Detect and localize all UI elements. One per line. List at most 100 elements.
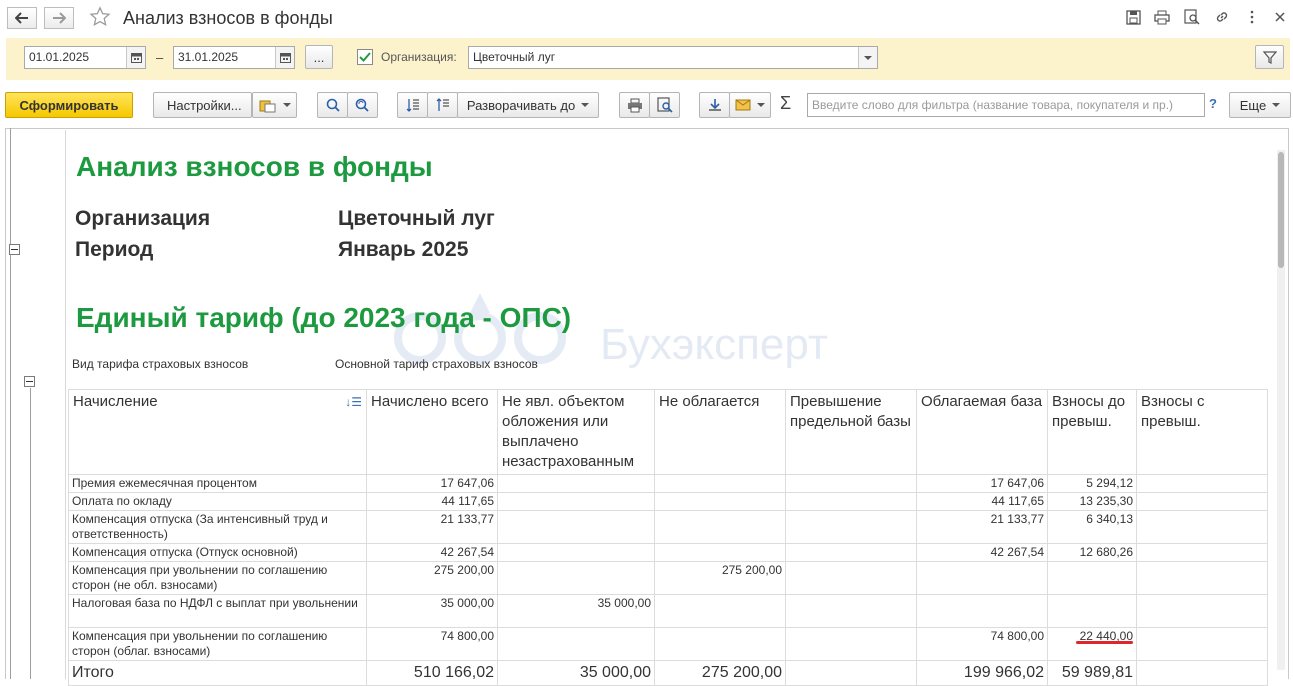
send-email-button[interactable] <box>729 92 771 118</box>
amount-cell[interactable] <box>785 561 917 595</box>
total-amount-cell[interactable]: 275 200,00 <box>654 660 786 686</box>
amount-cell[interactable] <box>916 561 1048 595</box>
total-amount-cell[interactable] <box>1136 660 1268 686</box>
print-preview-button[interactable] <box>649 92 680 118</box>
favorite-star-icon[interactable] <box>89 6 111 28</box>
accrual-name-cell[interactable]: Оплата по окладу <box>68 492 367 511</box>
sort-icon[interactable]: ↓☰ <box>345 392 362 412</box>
total-row[interactable]: Итого 510 166,02 35 000,00 275 200,00 199 96… <box>68 660 1268 686</box>
amount-cell[interactable]: 35 000,00 <box>366 594 498 628</box>
forward-button[interactable] <box>44 7 74 29</box>
amount-cell[interactable] <box>497 627 655 661</box>
accrual-name-cell[interactable]: Компенсация при увольнении по соглашению… <box>68 627 367 661</box>
organization-checkbox[interactable] <box>357 49 373 65</box>
amount-cell[interactable] <box>1047 594 1137 628</box>
date-from-field[interactable]: 01.01.2025 <box>24 46 146 69</box>
accrual-name-cell[interactable]: Налоговая база по НДФЛ с выплат при увол… <box>68 594 367 628</box>
preview-icon[interactable] <box>1183 8 1201 26</box>
amount-cell[interactable]: 17 647,06 <box>916 474 1048 493</box>
amount-cell[interactable] <box>1136 492 1268 511</box>
amount-cell[interactable]: 74 800,00 <box>366 627 498 661</box>
filter-settings-button[interactable] <box>1255 45 1284 69</box>
amount-cell[interactable] <box>654 594 786 628</box>
total-amount-cell[interactable]: 510 166,02 <box>366 660 498 686</box>
table-row[interactable]: Компенсация при увольнении по соглашению… <box>68 627 1268 661</box>
calendar-icon[interactable] <box>126 47 145 68</box>
amount-cell[interactable] <box>497 474 655 493</box>
amount-cell[interactable]: 5 294,12 <box>1047 474 1137 493</box>
help-icon[interactable]: ? <box>1209 96 1217 111</box>
column-header[interactable]: Не облагается <box>654 389 786 475</box>
table-row[interactable]: Компенсация отпуска (Отпуск основной) 42 … <box>68 543 1268 562</box>
amount-cell[interactable] <box>1136 474 1268 493</box>
settings-button[interactable]: Настройки... <box>153 92 252 118</box>
print-button[interactable] <box>619 92 650 118</box>
amount-cell[interactable]: 21 133,77 <box>916 510 1048 544</box>
table-row[interactable]: Компенсация отпуска (За интенсивный труд… <box>68 510 1268 544</box>
amount-cell[interactable] <box>1136 594 1268 628</box>
collapse-group-toggle[interactable] <box>9 244 20 255</box>
total-amount-cell[interactable]: 59 989,81 <box>1047 660 1137 686</box>
sum-icon[interactable]: Σ <box>780 93 791 114</box>
amount-cell[interactable]: 6 340,13 <box>1047 510 1137 544</box>
amount-cell[interactable] <box>785 594 917 628</box>
table-row[interactable]: Оплата по окладу 44 117,65 44 117,65 13 235… <box>68 492 1268 511</box>
expand-to-dropdown[interactable]: Разворачивать до <box>457 92 599 118</box>
amount-cell[interactable]: 35 000,00 <box>497 594 655 628</box>
column-header[interactable]: Начислено всего <box>366 389 498 475</box>
amount-cell[interactable]: 13 235,30 <box>1047 492 1137 511</box>
column-header[interactable]: Превышение предельной базы <box>785 389 917 475</box>
amount-cell[interactable]: 42 267,54 <box>366 543 498 562</box>
calendar-icon[interactable] <box>275 47 294 68</box>
amount-cell[interactable] <box>497 543 655 562</box>
total-amount-cell[interactable] <box>785 660 917 686</box>
amount-cell[interactable] <box>1136 561 1268 595</box>
save-icon[interactable] <box>1124 8 1142 26</box>
amount-cell[interactable]: 44 117,65 <box>366 492 498 511</box>
total-label-cell[interactable]: Итого <box>68 660 367 686</box>
amount-cell[interactable]: 275 200,00 <box>654 561 786 595</box>
accrual-name-cell[interactable]: Компенсация при увольнении по соглашению… <box>68 561 367 595</box>
amount-cell[interactable]: 74 800,00 <box>916 627 1048 661</box>
column-header[interactable]: Не явл. объектом обложения или выплачено… <box>497 389 655 475</box>
more-vertical-icon[interactable] <box>1243 8 1261 26</box>
variant-menu-button[interactable] <box>252 92 297 118</box>
expand-all-button[interactable] <box>397 92 428 118</box>
column-header[interactable]: ↓☰ Начисление <box>68 389 367 475</box>
column-header[interactable]: Взносы с превыш. <box>1136 389 1268 475</box>
column-header[interactable]: Взносы до превыш. <box>1047 389 1137 475</box>
amount-cell[interactable] <box>785 543 917 562</box>
amount-cell[interactable]: 42 267,54 <box>916 543 1048 562</box>
amount-cell[interactable] <box>785 492 917 511</box>
amount-cell[interactable] <box>1047 561 1137 595</box>
accrual-name-cell[interactable]: Премия ежемесячная процентом <box>68 474 367 493</box>
chevron-down-icon[interactable] <box>858 47 877 68</box>
amount-cell[interactable] <box>654 510 786 544</box>
back-button[interactable] <box>7 7 37 29</box>
amount-cell[interactable] <box>1136 627 1268 661</box>
total-amount-cell[interactable]: 199 966,02 <box>916 660 1048 686</box>
collapse-all-button[interactable] <box>427 92 458 118</box>
amount-cell[interactable]: 21 133,77 <box>366 510 498 544</box>
select-period-button[interactable]: ... <box>305 45 333 69</box>
accrual-name-cell[interactable]: Компенсация отпуска (За интенсивный труд… <box>68 510 367 544</box>
amount-cell[interactable] <box>654 627 786 661</box>
generate-report-button[interactable]: Сформировать <box>5 92 133 118</box>
print-icon[interactable] <box>1153 8 1171 26</box>
filter-search-input[interactable]: Введите слово для фильтра (название това… <box>807 93 1205 117</box>
table-row[interactable]: Компенсация при увольнении по соглашению… <box>68 561 1268 595</box>
amount-cell[interactable] <box>497 510 655 544</box>
amount-cell[interactable] <box>785 627 917 661</box>
scrollbar-thumb[interactable] <box>1278 152 1284 268</box>
save-to-file-button[interactable] <box>699 92 730 118</box>
amount-cell[interactable] <box>497 561 655 595</box>
amount-cell[interactable] <box>785 474 917 493</box>
amount-cell[interactable] <box>1136 543 1268 562</box>
close-icon[interactable] <box>1271 8 1289 26</box>
column-header[interactable]: Облагаемая база <box>916 389 1048 475</box>
amount-cell[interactable] <box>654 543 786 562</box>
find-next-button[interactable] <box>347 92 378 118</box>
amount-cell[interactable] <box>497 492 655 511</box>
amount-cell[interactable] <box>785 510 917 544</box>
amount-cell[interactable]: 12 680,26 <box>1047 543 1137 562</box>
